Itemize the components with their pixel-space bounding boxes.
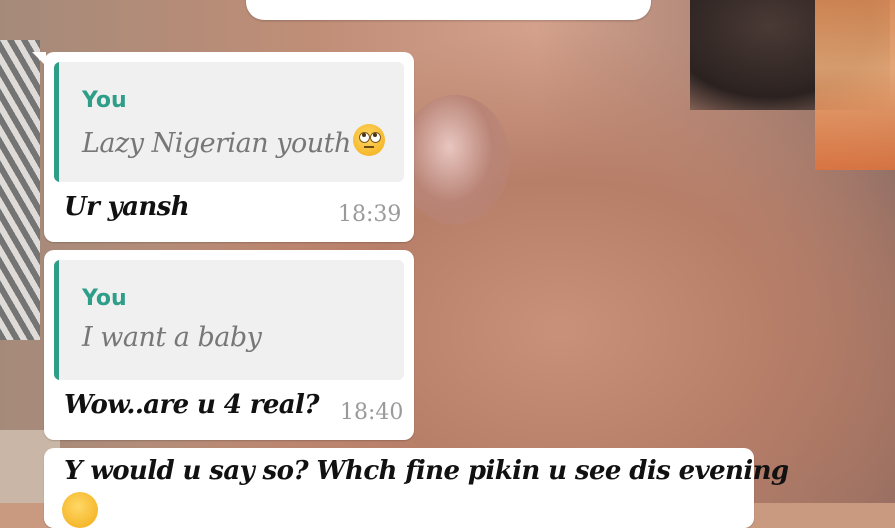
quote-author: You [82, 286, 127, 311]
message-text: Wow..are u 4 real? [64, 390, 320, 420]
quote-text: Lazy Nigerian youth [82, 128, 351, 159]
quote-accent-bar [54, 260, 59, 380]
wallpaper-lips [400, 95, 510, 225]
emoji-icon [62, 492, 98, 528]
wallpaper-fabric [0, 40, 40, 340]
face-with-rolling-eyes-icon [352, 124, 385, 156]
quote-text: I want a baby [82, 322, 262, 353]
message-text: Ur yansh [64, 192, 190, 222]
message-bubble[interactable]: You Lazy Nigerian youth Ur yansh 18:39 [32, 52, 414, 242]
message-text: Y would u say so? Whch fine pikin u see … [64, 456, 789, 486]
quote-text-wrap: Lazy Nigerian youth [82, 124, 385, 159]
message-bubble[interactable]: You I want a baby Wow..are u 4 real? 18:… [44, 250, 414, 440]
wallpaper-scarf [815, 0, 895, 170]
message-bubble[interactable]: Y would u say so? Whch fine pikin u see … [44, 448, 789, 528]
quote-author: You [82, 88, 127, 113]
quote-accent-bar [54, 62, 59, 182]
quoted-message[interactable]: You I want a baby [54, 260, 404, 380]
quoted-message[interactable]: You Lazy Nigerian youth [54, 62, 404, 182]
message-time: 18:39 [338, 202, 402, 227]
message-time: 18:40 [340, 400, 404, 425]
previous-message-bubble[interactable] [246, 0, 651, 20]
